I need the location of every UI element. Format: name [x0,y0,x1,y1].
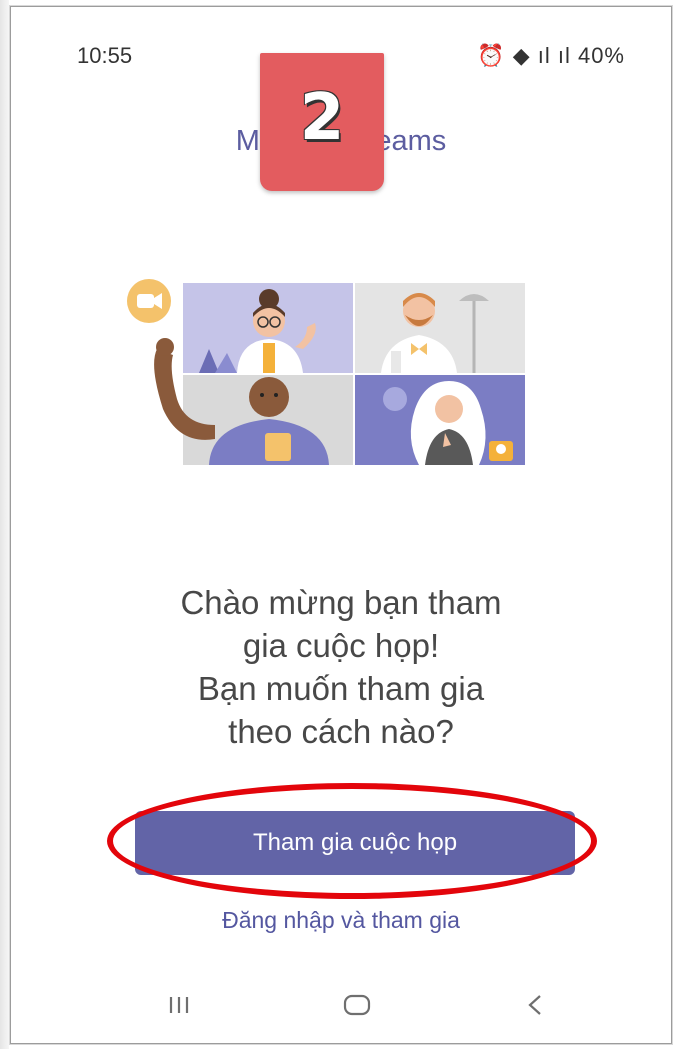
android-nav-bar [11,975,671,1035]
welcome-line: Chào mừng bạn tham [180,584,502,621]
video-camera-icon [127,279,171,323]
home-icon[interactable] [327,975,387,1035]
notification-icon: ⏰ ◆ ıl ıl [477,43,578,67]
sign-in-and-join-link[interactable]: Đăng nhập và tham gia [11,907,671,934]
screenshot-edge-shadow [0,0,9,1049]
phone-screen: 10:55 ⏰ ◆ ıl ıl 40% Microsoft Teams 2 [10,6,672,1044]
join-meeting-button[interactable]: Tham gia cuộc họp [135,811,575,875]
welcome-line: Bạn muốn tham gia [197,670,485,707]
welcome-message: Chào mừng bạn tham gia cuộc họp! Bạn muố… [11,581,671,753]
meeting-illustration [127,279,525,465]
welcome-line: theo cách nào? [228,713,454,750]
back-icon[interactable] [505,975,565,1035]
step-number-badge: 2 [260,53,384,191]
status-time: 10:55 [77,43,133,67]
step-number: 2 [299,81,345,155]
welcome-line: gia cuộc họp! [242,627,440,664]
status-icons: ⏰ ◆ ıl ıl 40% [477,43,625,67]
recent-apps-icon[interactable] [149,975,209,1035]
battery-percentage: 40% [577,43,625,67]
